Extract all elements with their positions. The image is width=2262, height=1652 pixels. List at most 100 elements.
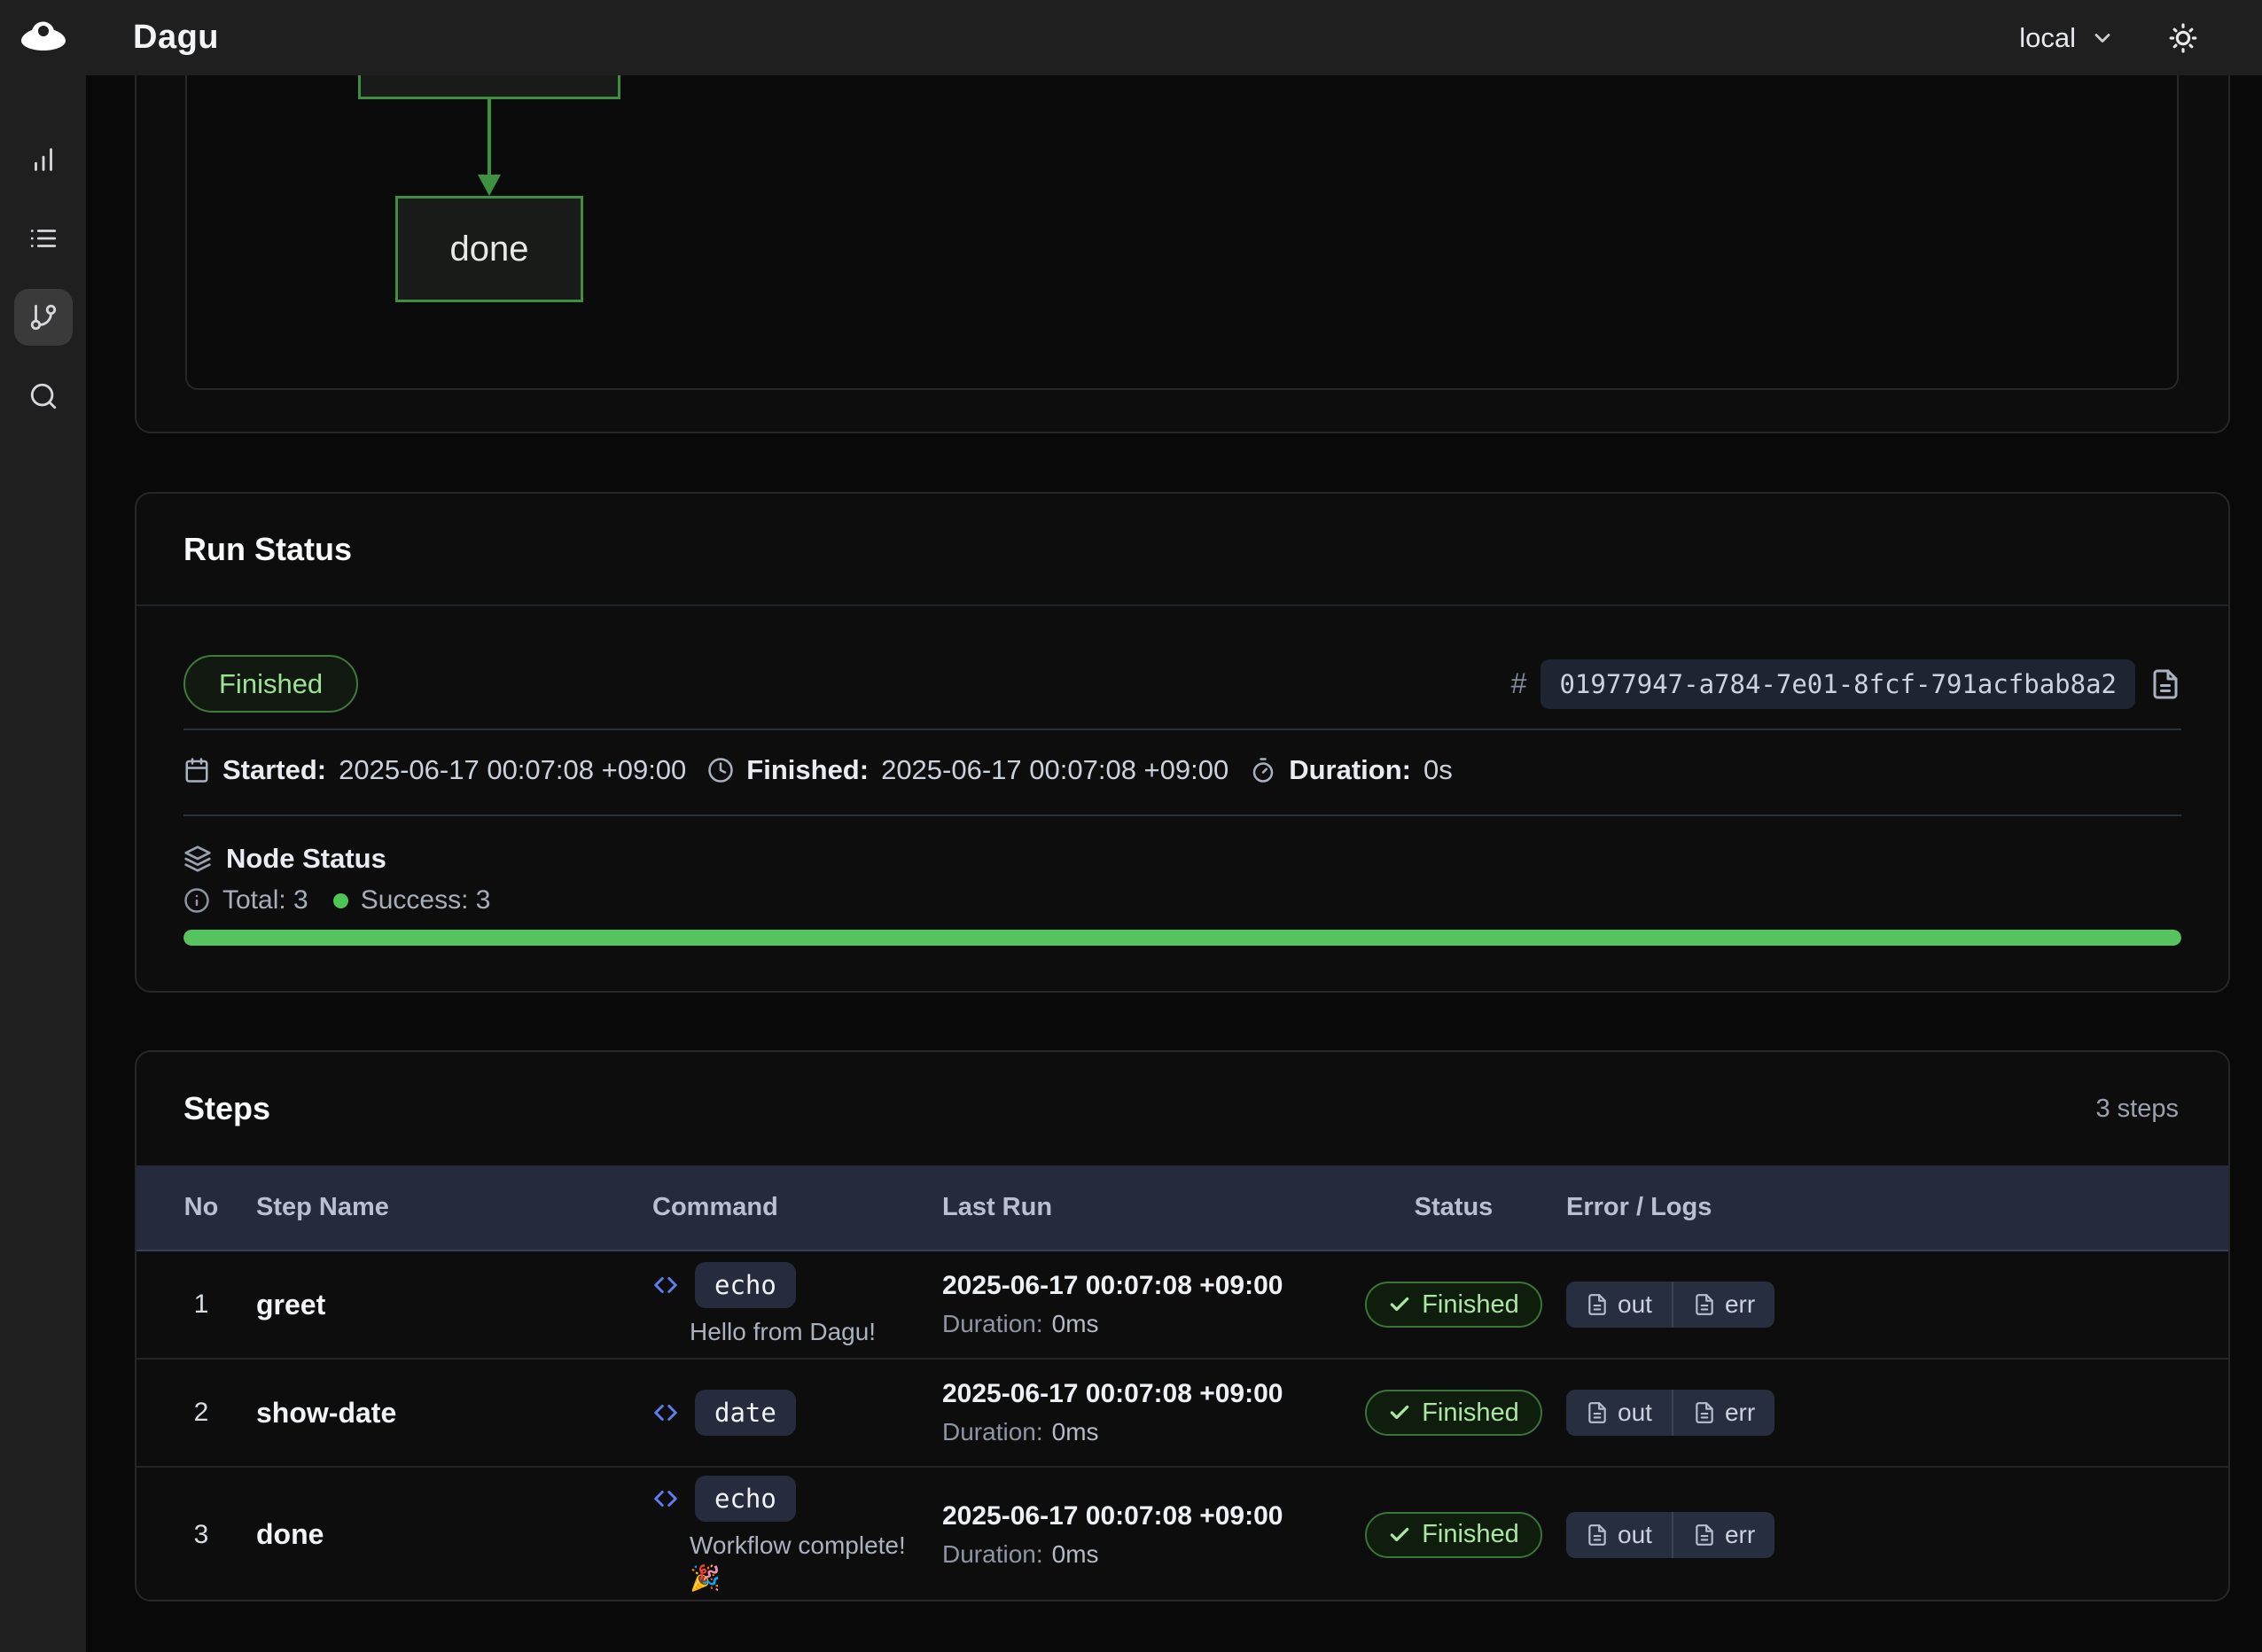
search-icon (28, 381, 58, 411)
step-command-cell: date (652, 1390, 936, 1436)
step-status-badge: Finished (1365, 1282, 1542, 1328)
run-status-card: Run Status Finished # 01977947-a784-7e01… (135, 492, 2230, 993)
stdout-log-button[interactable]: out (1566, 1390, 1672, 1436)
col-status: Status (1415, 1193, 1494, 1222)
calendar-icon (183, 757, 210, 783)
code-icon (652, 1485, 679, 1512)
bar-chart-icon (28, 144, 58, 175)
success-dot-icon (333, 893, 348, 908)
step-name: greet (256, 1289, 646, 1321)
step-command-cell: echo Workflow complete! 🎉 (652, 1476, 936, 1594)
col-step-name: Step Name (256, 1193, 646, 1222)
sun-icon (2166, 21, 2200, 55)
run-log-icon[interactable] (2149, 668, 2181, 700)
step-command-cell: echo Hello from Dagu! (652, 1262, 936, 1348)
run-times-row: Started: 2025-06-17 00:07:08 +09:00 Fini… (183, 752, 2181, 788)
stderr-log-button[interactable]: err (1673, 1512, 1774, 1558)
check-icon (1388, 1293, 1411, 1316)
step-description: Workflow complete! 🎉 (690, 1529, 911, 1594)
step-row: 2 show-date date 2025-06-17 00:07:08 +09… (136, 1358, 2228, 1466)
file-text-icon (1586, 1401, 1609, 1424)
step-duration: 0ms (1052, 1310, 1099, 1337)
hash-icon: # (1511, 667, 1527, 700)
dag-edge-arrowhead (478, 175, 501, 196)
step-status-label: Finished (1422, 1399, 1519, 1428)
step-duration-label: Duration: (942, 1310, 1043, 1337)
step-number: 3 (194, 1520, 209, 1550)
steps-table-body: 1 greet echo Hello from Dagu! 2025-06-17… (136, 1251, 2228, 1601)
step-last-run-cell: 2025-06-17 00:07:08 +09:00 Duration: 0ms (942, 1271, 1341, 1338)
file-text-icon (1693, 1401, 1716, 1424)
file-text-icon (1586, 1523, 1609, 1547)
divider (183, 814, 2181, 816)
check-icon (1388, 1523, 1411, 1547)
col-no: No (184, 1193, 219, 1222)
stdout-log-button[interactable]: out (1566, 1512, 1672, 1558)
info-icon (183, 887, 210, 914)
stderr-log-button[interactable]: err (1673, 1390, 1774, 1436)
step-last-run-cell: 2025-06-17 00:07:08 +09:00 Duration:0ms (942, 1501, 1341, 1569)
node-progress-bar (183, 930, 2181, 946)
sidebar-item-dag-runs[interactable] (14, 289, 73, 346)
run-status-header: Run Status (136, 494, 2228, 606)
step-row: 3 done echo Workflow complete! 🎉 2025-06… (136, 1466, 2228, 1601)
step-number: 2 (194, 1398, 209, 1428)
step-status-badge: Finished (1365, 1390, 1542, 1436)
step-command: date (695, 1390, 796, 1436)
run-id-value[interactable]: 01977947-a784-7e01-8fcf-791acfbab8a2 (1540, 659, 2135, 709)
step-status-label: Finished (1422, 1290, 1519, 1320)
chevron-down-icon (2090, 26, 2115, 51)
stderr-log-button[interactable]: err (1673, 1282, 1774, 1328)
step-number: 1 (194, 1290, 209, 1320)
steps-card: Steps 3 steps No Step Name Command Last … (135, 1050, 2230, 1601)
dag-edge (488, 99, 491, 177)
sidebar-item-search[interactable] (14, 368, 73, 425)
topbar: Dagu local (0, 0, 2262, 75)
layers-icon (183, 845, 212, 873)
theme-toggle-button[interactable] (2166, 21, 2200, 55)
steps-title: Steps (183, 1090, 270, 1127)
finished-value: 2025-06-17 00:07:08 +09:00 (881, 754, 1228, 786)
timer-icon (1250, 757, 1276, 783)
main-content: done Run Status Finished # 01977947-a784… (86, 0, 2262, 1652)
step-command: echo (695, 1476, 796, 1522)
environment-dropdown[interactable]: local (2019, 22, 2115, 54)
node-progress-fill (183, 930, 2181, 946)
file-text-icon (1693, 1293, 1716, 1316)
step-logs-cell: out err (1566, 1512, 2228, 1558)
file-text-icon (1586, 1293, 1609, 1316)
step-name: show-date (256, 1397, 646, 1430)
step-logs-cell: out err (1566, 1390, 2228, 1436)
clock-icon (707, 757, 734, 783)
run-id-group: # 01977947-a784-7e01-8fcf-791acfbab8a2 (1511, 659, 2181, 709)
environment-value: local (2019, 22, 2076, 54)
dag-node-done[interactable]: done (395, 196, 583, 302)
run-status-badge: Finished (183, 655, 358, 713)
node-success-label: Success: 3 (361, 885, 491, 916)
divider (183, 729, 2181, 730)
node-total-label: Total: 3 (222, 885, 308, 916)
run-status-title: Run Status (183, 531, 352, 568)
stdout-log-button[interactable]: out (1566, 1282, 1672, 1328)
duration-label: Duration: (1289, 754, 1411, 786)
sidebar-item-dag-list[interactable] (14, 210, 73, 267)
step-status-label: Finished (1422, 1520, 1519, 1549)
file-text-icon (1693, 1523, 1716, 1547)
step-command: echo (695, 1262, 796, 1308)
dagu-logo-icon[interactable] (0, 19, 86, 58)
step-name: done (256, 1518, 646, 1551)
finished-label: Finished: (746, 754, 869, 786)
app-title: Dagu (133, 19, 219, 57)
sidebar-item-dashboard[interactable] (14, 131, 73, 188)
step-duration-label: Duration: (942, 1418, 1043, 1446)
col-command: Command (652, 1193, 936, 1222)
col-error-logs: Error / Logs (1566, 1193, 2228, 1222)
step-last-run: 2025-06-17 00:07:08 +09:00 (942, 1379, 1341, 1409)
run-status-body: Finished # 01977947-a784-7e01-8fcf-791ac… (136, 655, 2228, 946)
step-row: 1 greet echo Hello from Dagu! 2025-06-17… (136, 1251, 2228, 1358)
step-status-badge: Finished (1365, 1512, 1542, 1558)
step-last-run: 2025-06-17 00:07:08 +09:00 (942, 1271, 1341, 1301)
list-icon (28, 223, 58, 253)
col-last-run: Last Run (942, 1193, 1341, 1222)
step-duration-label: Duration: (942, 1540, 1043, 1568)
